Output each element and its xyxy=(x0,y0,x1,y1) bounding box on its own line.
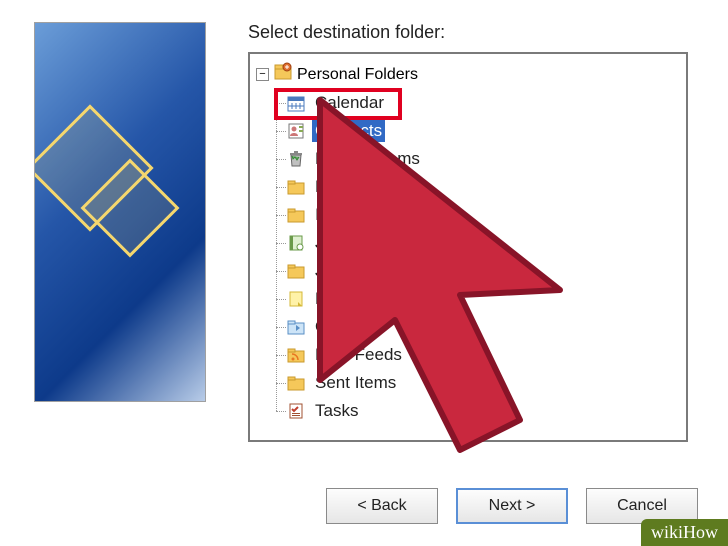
tree-item-drafts[interactable]: Drafts xyxy=(286,173,680,201)
tree-item-tasks[interactable]: Tasks xyxy=(286,397,680,425)
tree-item-calendar[interactable]: Calendar xyxy=(286,89,680,117)
import-export-wizard-dialog: Select destination folder: − Personal Fo… xyxy=(0,0,728,546)
tree-item-contacts[interactable]: Contacts xyxy=(286,117,680,145)
wikihow-watermark: wikiHow xyxy=(641,519,728,546)
tree-item-label: Contacts xyxy=(312,120,385,142)
journal-icon xyxy=(286,233,306,253)
tree-item-junk-e-mail[interactable]: Junk E-mail xyxy=(286,257,680,285)
folder-icon xyxy=(286,177,306,197)
tree-item-label: Deleted Items xyxy=(312,148,423,170)
tree-root-label: Personal Folders xyxy=(297,66,418,84)
tree-item-label: RSS Feeds xyxy=(312,344,405,366)
tree-item-sent-items[interactable]: Sent Items xyxy=(286,369,680,397)
contacts-icon xyxy=(286,121,306,141)
tree-item-label: Tasks xyxy=(312,400,361,422)
tree-item-journal[interactable]: Journal xyxy=(286,229,680,257)
tree-item-label: Sent Items xyxy=(312,372,399,394)
tree-item-label: Notes xyxy=(312,288,362,310)
tree-item-label: Drafts xyxy=(312,176,363,198)
tree-item-notes[interactable]: Notes xyxy=(286,285,680,313)
tree-item-inbox[interactable]: Inbox xyxy=(286,201,680,229)
trash-icon xyxy=(286,149,306,169)
expand-collapse-toggle[interactable]: − xyxy=(256,68,269,81)
tree-item-rss-feeds[interactable]: RSS Feeds xyxy=(286,341,680,369)
tree-item-label: Calendar xyxy=(312,92,387,114)
wizard-sidebar-graphic xyxy=(34,22,206,402)
tasks-icon xyxy=(286,401,306,421)
notes-icon xyxy=(286,289,306,309)
instruction-label: Select destination folder: xyxy=(248,22,445,43)
folder-icon xyxy=(286,261,306,281)
folder-icon xyxy=(286,205,306,225)
tree-item-deleted-items[interactable]: Deleted Items xyxy=(286,145,680,173)
wizard-button-row: < Back Next > Cancel xyxy=(0,488,728,524)
calendar-icon xyxy=(286,93,306,113)
tree-item-label: Outbox xyxy=(312,316,373,338)
rss-icon xyxy=(286,345,306,365)
folder-tree-panel[interactable]: − Personal Folders Calendar Contacts Delet… xyxy=(248,52,688,442)
back-button[interactable]: < Back xyxy=(326,488,438,524)
outbox-icon xyxy=(286,317,306,337)
next-button[interactable]: Next > xyxy=(456,488,568,524)
tree-item-label: Journal xyxy=(312,232,374,254)
personal-folders-icon xyxy=(273,62,293,87)
tree-item-label: Junk E-mail xyxy=(312,260,407,282)
tree-root-item[interactable]: − Personal Folders xyxy=(256,62,680,87)
tree-item-outbox[interactable]: Outbox xyxy=(286,313,680,341)
tree-item-label: Inbox xyxy=(312,204,360,226)
folder-icon xyxy=(286,373,306,393)
